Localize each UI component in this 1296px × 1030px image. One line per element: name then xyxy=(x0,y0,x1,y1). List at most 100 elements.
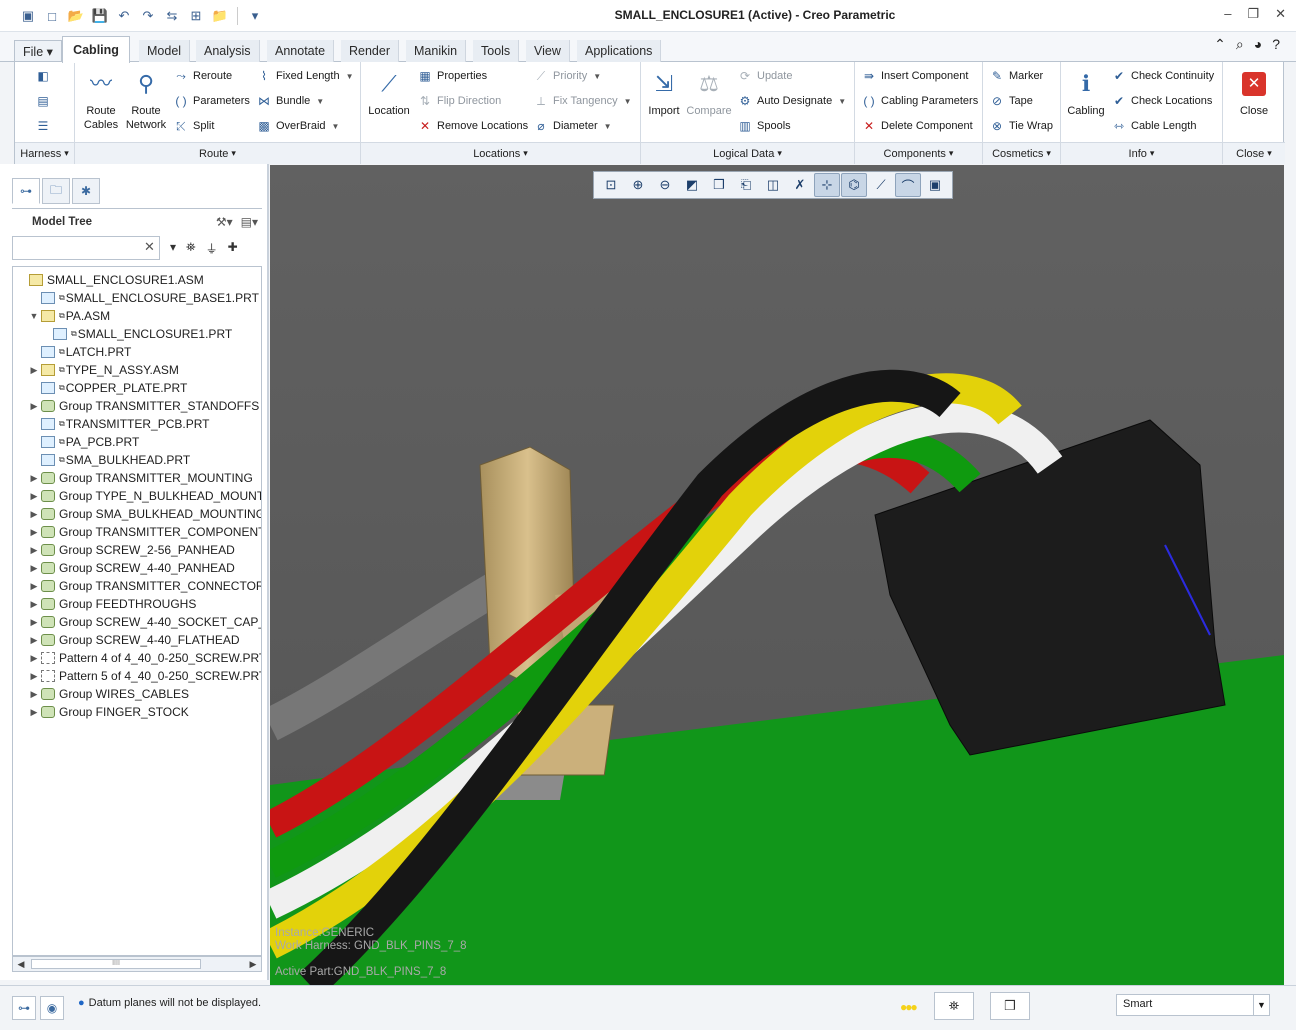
split-button[interactable]: ⤪ Split xyxy=(173,116,214,136)
harness-create-button[interactable]: ◧ xyxy=(35,66,51,86)
expand-arrow-icon[interactable]: ▶ xyxy=(29,599,39,610)
auto-designate-button[interactable]: ⚙ Auto Designate ▼ xyxy=(737,91,847,111)
check-locations-button[interactable]: ✔ Check Locations xyxy=(1111,91,1212,111)
insert-component-button[interactable]: ⇛ Insert Component xyxy=(861,66,968,86)
properties-button[interactable]: ▦ Properties xyxy=(417,66,487,86)
tree-item[interactable]: ▶ Group FINGER_STOCK xyxy=(13,703,189,721)
scroll-right-icon[interactable]: ▶ xyxy=(245,957,261,971)
filter-icon[interactable]: ⏚ xyxy=(206,240,218,257)
tab-view[interactable]: View xyxy=(526,40,570,62)
selection-box-icon[interactable]: ❒ xyxy=(990,992,1030,1020)
cabling-parameters-button[interactable]: ( ) Cabling Parameters xyxy=(861,91,978,111)
annotation-display-icon[interactable]: ⌬ xyxy=(841,173,867,197)
check-continuity-button[interactable]: ✔ Check Continuity xyxy=(1111,66,1214,86)
spools-button[interactable]: ▥ Spools xyxy=(737,116,790,136)
expand-arrow-icon[interactable]: ▼ xyxy=(29,311,39,321)
tab-analysis[interactable]: Analysis xyxy=(196,40,260,62)
expand-arrow-icon[interactable]: ▶ xyxy=(29,671,39,682)
tree-item[interactable]: ▶ Group SCREW_4-40_PANHEAD xyxy=(13,559,235,577)
tree-item[interactable]: ▶ Group TRANSMITTER_MOUNTING xyxy=(13,469,253,487)
tree-item[interactable]: ⧉ SMA_BULKHEAD.PRT xyxy=(13,451,190,469)
tree-item[interactable]: ⧉ LATCH.PRT xyxy=(13,343,131,361)
group-label-components[interactable]: Components xyxy=(855,142,982,164)
tab-model[interactable]: Model xyxy=(139,40,191,62)
display-style-icon[interactable]: ❒ xyxy=(706,173,732,197)
restore-icon[interactable]: ❐ xyxy=(1247,6,1259,22)
folder-browser-tab-icon[interactable]: 🗀 xyxy=(42,178,70,204)
group-label-info[interactable]: Info xyxy=(1061,142,1222,164)
tab-applications[interactable]: Applications xyxy=(577,40,662,62)
tape-button[interactable]: ⊘ Tape xyxy=(989,91,1033,111)
model-scene[interactable] xyxy=(270,165,1284,985)
tab-manikin[interactable]: Manikin xyxy=(406,40,467,62)
add-icon[interactable]: ✚ xyxy=(228,240,238,257)
show-icon[interactable]: ▤▾ xyxy=(241,215,258,229)
compare-button[interactable]: ⚖ Compare xyxy=(685,66,733,118)
refit-icon[interactable]: ⊡ xyxy=(598,173,624,197)
close-button[interactable]: ✕ Close xyxy=(1229,66,1279,118)
cabling-info-button[interactable]: ℹ Cabling xyxy=(1063,66,1109,118)
toggle-browser-icon[interactable]: ◉ xyxy=(40,996,64,1020)
thick-cables-icon[interactable]: ⌒ xyxy=(895,173,921,197)
repaint-icon[interactable]: ◩ xyxy=(679,173,705,197)
find-icon[interactable]: ⛯ xyxy=(186,240,196,257)
flip-direction-button[interactable]: ⇅ Flip Direction xyxy=(417,91,501,111)
selection-filter-select[interactable]: Smart ▼ xyxy=(1116,994,1270,1016)
group-label-harness[interactable]: Harness xyxy=(15,142,74,164)
tree-item[interactable]: SMALL_ENCLOSURE1.ASM xyxy=(13,271,204,289)
route-cables-button[interactable]: 〰 Route Cables xyxy=(79,66,123,132)
tab-file[interactable]: File ▾ xyxy=(14,40,62,62)
tree-item[interactable]: ⧉ PA_PCB.PRT xyxy=(13,433,139,451)
minimize-icon[interactable]: – xyxy=(1224,6,1231,22)
cable-display-icon[interactable]: ⟋ xyxy=(868,173,894,197)
tree-item[interactable]: ▶ Group SCREW_4-40_FLATHEAD xyxy=(13,631,240,649)
fixed-length-button[interactable]: ⌇ Fixed Length ▼ xyxy=(256,66,353,86)
expand-arrow-icon[interactable]: ▶ xyxy=(29,401,39,412)
remove-locations-button[interactable]: ✕ Remove Locations xyxy=(417,116,528,136)
tree-item[interactable]: ▼ ⧉ PA.ASM xyxy=(13,307,111,325)
expand-arrow-icon[interactable]: ▶ xyxy=(29,509,39,520)
expand-arrow-icon[interactable]: ▶ xyxy=(29,527,39,538)
import-button[interactable]: ⇲ Import xyxy=(643,66,685,118)
scroll-left-icon[interactable]: ◀ xyxy=(13,957,29,971)
zoom-in-icon[interactable]: ⊕ xyxy=(625,173,651,197)
tree-item[interactable]: ▶ Group WIRES_CABLES xyxy=(13,685,190,703)
collapse-ribbon-icon[interactable]: ⌃ xyxy=(1214,36,1226,53)
tree-item[interactable]: ▶ Group TYPE_N_BULKHEAD_MOUNT xyxy=(13,487,261,505)
harness-sheet-button[interactable]: ▤ xyxy=(35,91,51,111)
route-network-button[interactable]: ⚲ Route Network xyxy=(123,66,169,132)
expand-arrow-icon[interactable]: ▶ xyxy=(29,563,39,574)
expand-arrow-icon[interactable]: ▶ xyxy=(29,545,39,556)
spin-center-icon[interactable]: ⊹ xyxy=(814,173,840,197)
dropdown-icon[interactable]: ▾ xyxy=(170,240,176,257)
harness-list-button[interactable]: ☰ xyxy=(35,116,51,136)
marker-button[interactable]: ✎ Marker xyxy=(989,66,1043,86)
overbraid-button[interactable]: ▩ OverBraid ▼ xyxy=(256,116,339,136)
expand-arrow-icon[interactable]: ▶ xyxy=(29,707,39,718)
bundle-button[interactable]: ⋈ Bundle ▼ xyxy=(256,91,324,111)
expand-arrow-icon[interactable]: ▶ xyxy=(29,473,39,484)
tree-item[interactable]: ▶ Pattern 5 of 4_40_0-250_SCREW.PRT xyxy=(13,667,261,685)
find-icon[interactable]: ⛯ xyxy=(934,992,974,1020)
model-tree-tab-icon[interactable]: ⊶ xyxy=(12,178,40,204)
datum-display-icon[interactable]: ✗ xyxy=(787,173,813,197)
tab-annotate[interactable]: Annotate xyxy=(267,40,335,62)
expand-arrow-icon[interactable]: ▶ xyxy=(29,617,39,628)
model-tree-search-input[interactable] xyxy=(12,236,160,260)
tree-item[interactable]: ▶ Group FEEDTHROUGHS xyxy=(13,595,197,613)
clear-search-icon[interactable]: ✕ xyxy=(144,239,155,255)
tree-item[interactable]: ▶ Group SMA_BULKHEAD_MOUNTING xyxy=(13,505,261,523)
tab-tools[interactable]: Tools xyxy=(473,40,520,62)
tree-item[interactable]: ⧉ TRANSMITTER_PCB.PRT xyxy=(13,415,210,433)
tree-item[interactable]: ▶ Pattern 4 of 4_40_0-250_SCREW.PRT xyxy=(13,649,261,667)
group-label-logical-data[interactable]: Logical Data xyxy=(641,142,854,164)
priority-button[interactable]: ⟋ Priority ▼ xyxy=(533,66,601,86)
tree-item[interactable]: ⧉ COPPER_PLATE.PRT xyxy=(13,379,187,397)
favorites-tab-icon[interactable]: ✱ xyxy=(72,178,100,204)
expand-arrow-icon[interactable]: ▶ xyxy=(29,581,39,592)
chevron-down-icon[interactable]: ▼ xyxy=(1253,995,1269,1015)
tree-item[interactable]: ⧉ SMALL_ENCLOSURE1.PRT xyxy=(13,325,232,343)
update-button[interactable]: ⟳ Update xyxy=(737,66,793,86)
fix-tangency-button[interactable]: ⟂ Fix Tangency ▼ xyxy=(533,91,632,111)
location-button[interactable]: ⟋ Location xyxy=(365,66,413,118)
